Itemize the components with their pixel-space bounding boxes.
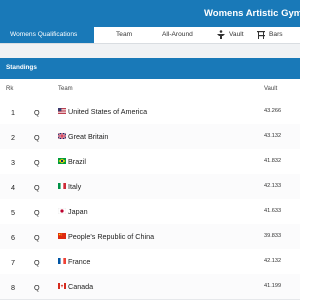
team-name: United States of America (68, 107, 148, 116)
team-name: Great Britain (68, 132, 109, 141)
table-row[interactable]: 2 Q Great Britain 43.132 (0, 124, 300, 150)
italy-flag-icon (58, 183, 66, 189)
score-cell: 41.832 (264, 158, 282, 164)
team-name: France (68, 257, 91, 266)
score-cell: 42.133 (264, 183, 282, 189)
column-rank: Rk (6, 86, 14, 92)
france-flag-icon (58, 258, 66, 264)
rank-cell: 5 (11, 208, 15, 217)
table-row[interactable]: 3 Q Brazil 41.832 (0, 149, 300, 175)
score-cell: 43.266 (264, 108, 282, 114)
status-cell: Q (34, 133, 40, 142)
japan-flag-icon (58, 208, 66, 214)
status-cell: Q (34, 208, 40, 217)
status-cell: Q (34, 233, 40, 242)
score-cell: 43.132 (264, 133, 282, 139)
score-cell: 41.199 (264, 283, 282, 289)
rank-cell: 4 (11, 183, 15, 192)
header-bar: Womens Artistic Gymnastics (0, 0, 300, 27)
team-name: Japan (68, 207, 88, 216)
table-row[interactable]: 6 Q People's Republic of China 39.833 (0, 224, 300, 250)
brazil-flag-icon (58, 158, 66, 164)
rank-cell: 2 (11, 133, 15, 142)
page-title: Womens Artistic Gymnastics (204, 8, 300, 19)
column-team: Team (58, 86, 73, 92)
rank-cell: 8 (11, 283, 15, 292)
rank-cell: 7 (11, 258, 15, 267)
vault-icon (216, 29, 226, 39)
tab-vault[interactable]: Vault (216, 27, 244, 43)
column-score: Vault (264, 86, 278, 92)
standings-title: Standings (6, 64, 37, 71)
standings-column-headers: Rk Team Vault (0, 79, 300, 100)
status-cell: Q (34, 158, 40, 167)
tab-bars[interactable]: Bars (256, 27, 283, 43)
table-row[interactable]: 5 Q Japan 41.633 (0, 199, 300, 225)
rank-cell: 3 (11, 158, 15, 167)
standings-header: Standings (0, 58, 300, 79)
score-cell: 42.132 (264, 258, 282, 264)
table-row[interactable]: 8 Q Canada 41.199 (0, 274, 300, 300)
score-cell: 39.833 (264, 233, 282, 239)
tab-team[interactable]: Team (116, 27, 132, 43)
tab-vault-label: Vault (229, 31, 244, 38)
status-cell: Q (34, 108, 40, 117)
tab-all-around[interactable]: All-Around (162, 27, 193, 43)
usa-flag-icon (58, 108, 66, 114)
canada-flag-icon (58, 283, 66, 289)
app-window: Womens Artistic Gymnastics Womens Qualif… (0, 0, 300, 300)
status-cell: Q (34, 183, 40, 192)
status-cell: Q (34, 283, 40, 292)
team-name: Brazil (68, 157, 86, 166)
team-name: Italy (68, 182, 82, 191)
score-cell: 41.633 (264, 208, 282, 214)
china-flag-icon (58, 233, 66, 239)
team-name: People's Republic of China (68, 232, 155, 241)
rank-cell: 1 (11, 108, 15, 117)
team-name: Canada (68, 282, 94, 291)
table-row[interactable]: 1 Q United States of America 43.266 (0, 99, 300, 125)
status-cell: Q (34, 258, 40, 267)
rank-cell: 6 (11, 233, 15, 242)
tab-bar: Womens Qualifications Team All-Around Va… (0, 27, 300, 44)
tab-bars-label: Bars (269, 31, 283, 38)
section-spacer (0, 44, 300, 58)
table-row[interactable]: 4 Q Italy 42.133 (0, 174, 300, 200)
bars-icon (256, 30, 266, 39)
table-row[interactable]: 7 Q France 42.132 (0, 249, 300, 275)
tab-womens-qualifications[interactable]: Womens Qualifications (0, 27, 94, 43)
great-britain-flag-icon (58, 133, 66, 139)
